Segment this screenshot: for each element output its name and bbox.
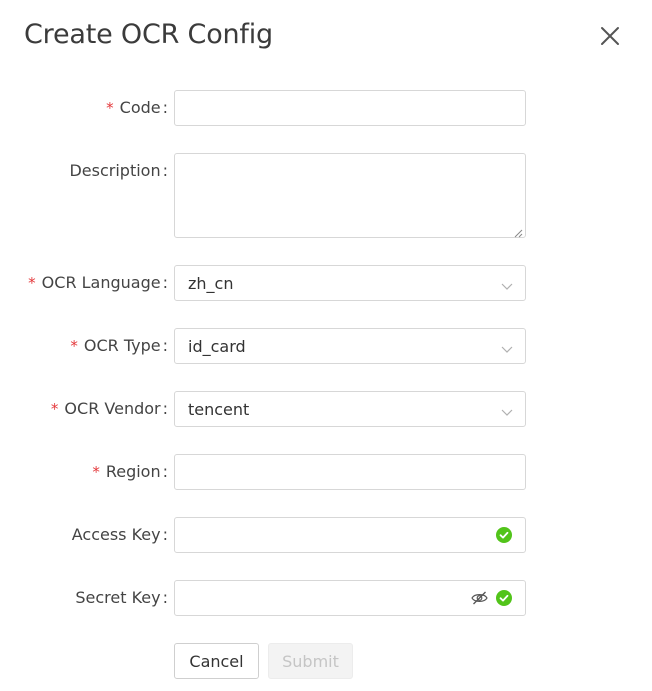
close-icon[interactable] (598, 24, 622, 48)
description-textarea[interactable] (174, 153, 526, 238)
ocr-vendor-label: * OCR Vendor: (50, 399, 168, 418)
ocr-type-select[interactable]: id_card (174, 328, 526, 364)
secret-key-input[interactable] (174, 580, 526, 616)
dialog-title: Create OCR Config (24, 19, 273, 50)
check-circle-icon (496, 590, 512, 606)
access-key-input[interactable] (174, 517, 526, 553)
ocr-type-value: id_card (188, 337, 246, 356)
chevron-down-icon (501, 341, 513, 353)
resize-grip-icon[interactable] (513, 225, 523, 238)
check-circle-icon (496, 527, 512, 543)
ocr-language-value: zh_cn (188, 274, 234, 293)
ocr-vendor-value: tencent (188, 400, 250, 419)
eye-off-icon[interactable] (471, 590, 488, 606)
code-label: * Code: (106, 98, 168, 117)
access-key-label: Access Key: (71, 525, 168, 544)
region-label: * Region: (92, 462, 168, 481)
description-label: Description: (69, 161, 168, 180)
code-input[interactable] (174, 90, 526, 126)
cancel-button[interactable]: Cancel (174, 643, 259, 679)
ocr-type-label: * OCR Type: (70, 336, 168, 355)
ocr-vendor-select[interactable]: tencent (174, 391, 526, 427)
ocr-language-select[interactable]: zh_cn (174, 265, 526, 301)
region-input[interactable] (174, 454, 526, 490)
required-mark: * (106, 99, 114, 117)
ocr-language-label: * OCR Language: (28, 273, 168, 292)
submit-button[interactable]: Submit (268, 643, 353, 679)
chevron-down-icon (501, 278, 513, 290)
chevron-down-icon (501, 404, 513, 416)
secret-key-label: Secret Key: (75, 588, 168, 607)
